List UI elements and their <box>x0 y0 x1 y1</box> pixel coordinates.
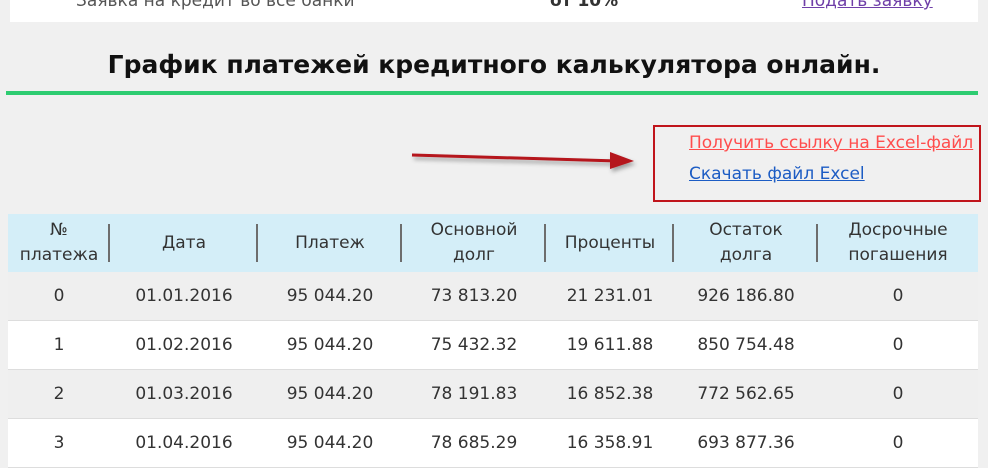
balance-header: Остаток долга <box>674 214 818 272</box>
table-row: 1 01.02.2016 95 044.20 75 432.32 19 611.88 85… <box>8 320 978 370</box>
header-text: № <box>50 220 68 240</box>
table-cell: 78 191.83 <box>402 369 546 419</box>
interest-header: Проценты <box>546 214 674 272</box>
table-cell: 95 044.20 <box>258 418 402 468</box>
header-text: платежа <box>19 245 99 265</box>
table-row: 2 01.03.2016 95 044.20 78 191.83 16 852.38 77… <box>8 369 978 419</box>
table-header-row: № платежа Дата Платеж Основной долг Проценты Ос… <box>8 214 978 272</box>
apply-link[interactable]: Подать заявку <box>802 0 933 11</box>
table-cell: 2 <box>8 369 110 419</box>
table-cell: 95 044.20 <box>258 369 402 419</box>
prepayment-header: Досрочные погашения <box>818 214 978 272</box>
table-cell: 1 <box>8 320 110 370</box>
table-cell: 01.03.2016 <box>110 369 258 419</box>
page-title: График платежей кредитного калькулятора … <box>107 50 881 79</box>
table-cell: 16 852.38 <box>546 369 674 419</box>
table-cell: 01.02.2016 <box>110 320 258 370</box>
header-text: долга <box>719 245 773 265</box>
download-excel-link[interactable]: Скачать файл Excel <box>689 164 865 184</box>
payment-number-header: № платежа <box>8 214 110 272</box>
header-text: Дата <box>161 232 207 253</box>
table-cell: 78 685.29 <box>402 418 546 468</box>
table-row: 0 01.01.2016 95 044.20 73 813.20 21 231.01 92… <box>8 272 978 321</box>
table-cell: 926 186.80 <box>674 272 818 321</box>
table-cell: 73 813.20 <box>402 272 546 321</box>
offer-rate: от 10% <box>550 0 619 11</box>
table-cell: 3 <box>8 418 110 468</box>
excel-links-box: Получить ссылку на Excel-файл Скачать фа… <box>653 125 981 202</box>
table-cell: 0 <box>8 272 110 321</box>
header-text: Платеж <box>295 232 365 253</box>
top-offer-row: Заявка на кредит во все банки от 10% Под… <box>10 0 978 22</box>
table-cell: 0 <box>818 320 978 370</box>
header-text: Основной <box>430 220 518 240</box>
title-divider <box>6 91 978 95</box>
date-header: Дата <box>110 214 258 272</box>
table-cell: 01.04.2016 <box>110 418 258 468</box>
table-cell: 95 044.20 <box>258 272 402 321</box>
offer-label: Заявка на кредит во все банки <box>76 0 355 11</box>
payment-schedule-table: № платежа Дата Платеж Основной долг Проценты Ос… <box>8 214 978 468</box>
table-cell: 95 044.20 <box>258 320 402 370</box>
table-cell: 0 <box>818 272 978 321</box>
header-text: Досрочные <box>848 220 948 240</box>
get-excel-link[interactable]: Получить ссылку на Excel-файл <box>689 133 973 153</box>
header-text: погашения <box>848 245 948 265</box>
table-cell: 693 877.36 <box>674 418 818 468</box>
arrow-right-icon <box>411 152 634 169</box>
table-cell: 01.01.2016 <box>110 272 258 321</box>
table-cell: 772 562.65 <box>674 369 818 419</box>
header-text: Остаток <box>709 220 783 240</box>
principal-header: Основной долг <box>402 214 546 272</box>
table-cell: 19 611.88 <box>546 320 674 370</box>
table-cell: 0 <box>818 369 978 419</box>
table-cell: 21 231.01 <box>546 272 674 321</box>
payment-header: Платеж <box>258 214 402 272</box>
table-cell: 16 358.91 <box>546 418 674 468</box>
header-text: Проценты <box>564 232 656 253</box>
header-text: долг <box>453 245 495 265</box>
table-cell: 0 <box>818 418 978 468</box>
table-row: 3 01.04.2016 95 044.20 78 685.29 16 358.91 69… <box>8 418 978 468</box>
table-cell: 75 432.32 <box>402 320 546 370</box>
table-cell: 850 754.48 <box>674 320 818 370</box>
